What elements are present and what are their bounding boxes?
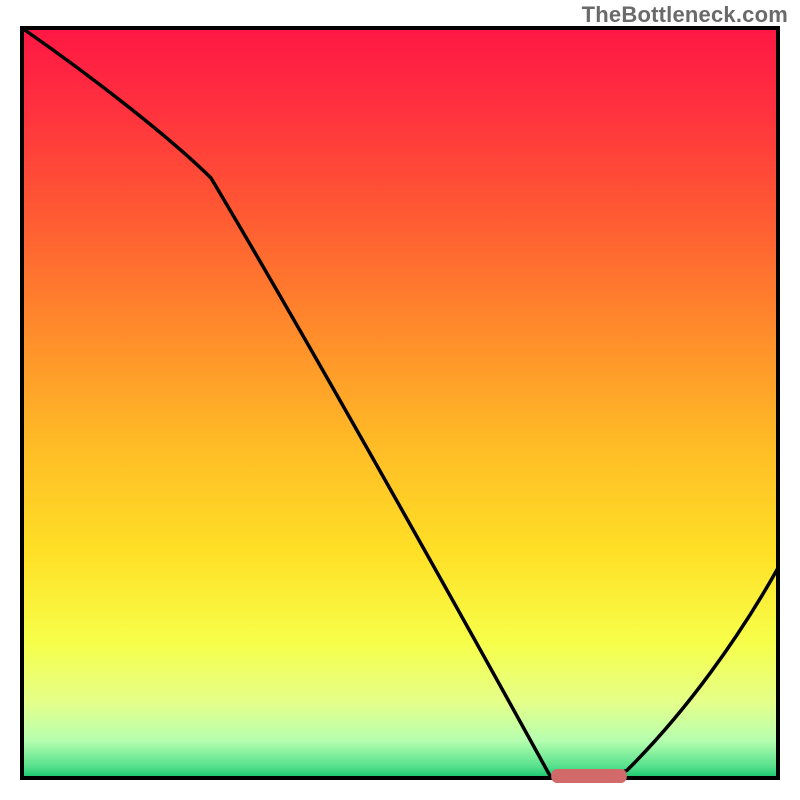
plot-background <box>22 28 778 778</box>
attribution-label: TheBottleneck.com <box>582 2 788 28</box>
optimum-marker <box>551 769 627 783</box>
chart-frame: TheBottleneck.com <box>0 0 800 800</box>
bottleneck-chart <box>0 0 800 800</box>
